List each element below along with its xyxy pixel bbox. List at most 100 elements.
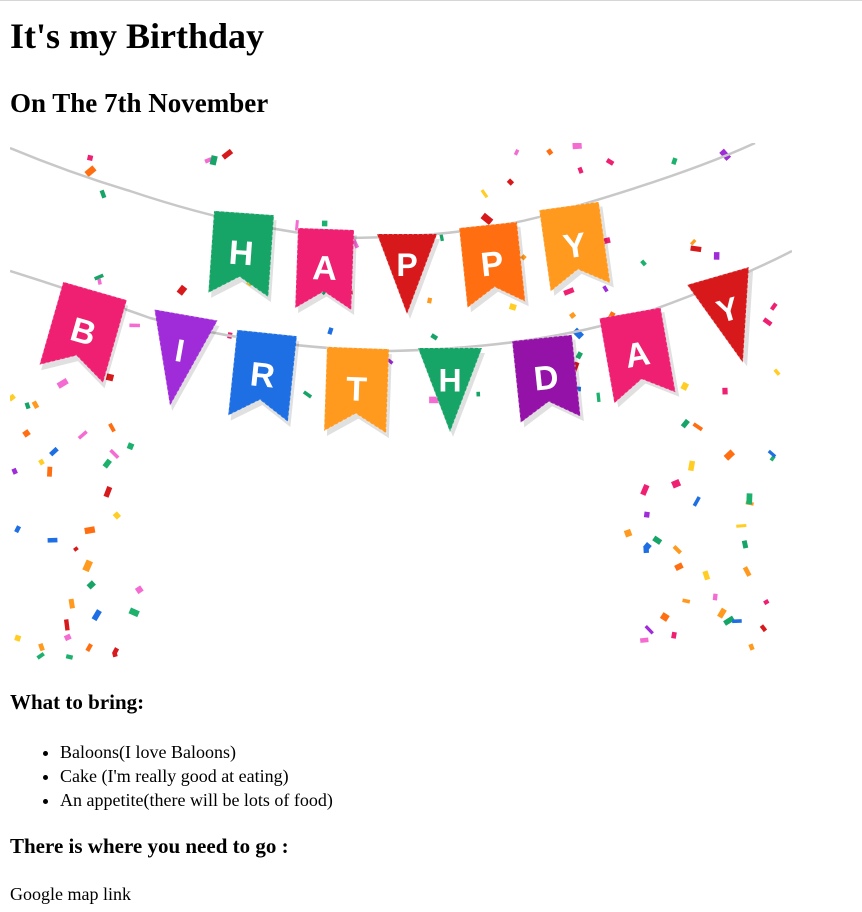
- confetti-piece: [563, 287, 575, 296]
- birthday-banner-graphic: H A P P YB IR T H DAY: [10, 143, 792, 660]
- birthday-banner-image: HAPPYBIRTHDAY: [10, 143, 792, 665]
- confetti-piece: [102, 458, 112, 469]
- confetti-piece: [46, 466, 53, 477]
- confetti-piece: [577, 166, 584, 174]
- confetti-piece: [14, 634, 22, 642]
- confetti-piece: [692, 422, 704, 432]
- confetti-piece: [480, 212, 494, 226]
- confetti-piece: [68, 598, 75, 609]
- page-title: It's my Birthday: [10, 16, 265, 56]
- confetti-piece: [506, 178, 515, 186]
- confetti-piece: [687, 460, 696, 472]
- banner-flag-bottom-2: R: [227, 329, 300, 427]
- confetti-piece: [736, 524, 747, 528]
- confetti-piece: [742, 566, 752, 577]
- confetti-piece: [56, 378, 69, 389]
- banner-flags: H A P P YB IR T H DAY: [38, 200, 754, 439]
- confetti-piece: [327, 327, 334, 335]
- banner-letter: T: [345, 370, 367, 409]
- confetti-piece: [97, 278, 102, 285]
- confetti-piece: [692, 496, 701, 507]
- confetti-piece: [476, 391, 481, 397]
- confetti-piece: [82, 559, 93, 573]
- confetti-piece: [63, 633, 72, 642]
- confetti-piece: [129, 323, 140, 328]
- confetti-piece: [103, 486, 113, 498]
- banner-letter: H: [438, 363, 461, 399]
- confetti-piece: [644, 624, 654, 635]
- confetti-piece: [689, 238, 697, 246]
- banner-letter: P: [479, 244, 506, 284]
- confetti-piece: [73, 546, 79, 552]
- confetti-piece: [84, 165, 97, 178]
- confetti-piece: [652, 535, 663, 545]
- confetti-piece: [302, 390, 313, 399]
- confetti-piece: [671, 157, 678, 165]
- confetti-piece: [732, 619, 742, 624]
- confetti-piece: [508, 303, 517, 311]
- banner-flag-bottom-1: I: [153, 308, 220, 412]
- confetti-piece: [99, 189, 107, 199]
- confetti-piece: [134, 585, 144, 595]
- confetti-piece: [128, 607, 140, 618]
- confetti-piece: [717, 607, 727, 619]
- bring-heading: What to bring:: [10, 690, 145, 714]
- banner-flag-bottom-0: B: [38, 280, 129, 389]
- list-item: Cake (I'm really good at eating): [60, 764, 333, 788]
- confetti-piece: [85, 643, 93, 652]
- confetti-piece: [773, 368, 781, 376]
- confetti-piece: [702, 570, 711, 581]
- list-item: Baloons(I love Baloons): [60, 740, 333, 764]
- confetti-piece: [176, 284, 188, 296]
- confetti-piece: [769, 302, 778, 311]
- confetti-piece: [221, 148, 234, 160]
- confetti-piece: [513, 149, 520, 156]
- confetti-piece: [640, 483, 650, 496]
- confetti-piece: [65, 654, 74, 660]
- confetti-piece: [671, 478, 682, 489]
- confetti: [10, 143, 781, 660]
- banner-flag-top-4: Y: [538, 200, 614, 296]
- banner-flag-bottom-6: A: [598, 306, 680, 408]
- confetti-piece: [480, 189, 489, 199]
- confetti-piece: [602, 285, 609, 293]
- confetti-piece: [38, 458, 45, 466]
- confetti-piece: [722, 387, 728, 395]
- list-item: An appetite(there will be lots of food): [60, 788, 333, 812]
- confetti-piece: [426, 297, 433, 304]
- confetti-piece: [546, 148, 554, 156]
- banner-string-top: [10, 143, 756, 240]
- confetti-piece: [77, 430, 88, 440]
- google-map-link[interactable]: Google map link: [10, 882, 131, 906]
- confetti-piece: [596, 392, 601, 403]
- confetti-piece: [640, 259, 647, 267]
- confetti-piece: [568, 311, 577, 319]
- banner-flag-top-3: P: [458, 221, 529, 313]
- confetti-piece: [741, 540, 749, 549]
- confetti-piece: [672, 545, 682, 555]
- banner-letter: D: [532, 358, 560, 398]
- bring-list: Baloons(I love Baloons) Cake (I'm really…: [10, 740, 333, 812]
- confetti-piece: [14, 525, 22, 534]
- confetti-piece: [36, 652, 45, 660]
- confetti-piece: [109, 448, 120, 460]
- banner-flag-bottom-3: T: [323, 346, 392, 439]
- confetti-piece: [31, 400, 40, 410]
- confetti-piece: [321, 220, 328, 227]
- confetti-piece: [623, 528, 633, 538]
- confetti-piece: [690, 245, 702, 253]
- confetti-piece: [762, 317, 773, 327]
- banner-letter: A: [312, 249, 338, 288]
- confetti-piece: [680, 381, 690, 391]
- banner-flag-top-0: H: [207, 210, 277, 303]
- confetti-piece: [86, 154, 94, 161]
- confetti-piece: [748, 643, 755, 651]
- confetti-piece: [22, 429, 31, 438]
- banner-flag-top-1: A: [294, 227, 357, 316]
- confetti-piece: [11, 467, 18, 475]
- confetti-piece: [763, 599, 770, 606]
- confetti-piece: [723, 449, 736, 461]
- confetti-piece: [86, 580, 96, 590]
- confetti-piece: [643, 511, 650, 518]
- confetti-piece: [112, 511, 122, 520]
